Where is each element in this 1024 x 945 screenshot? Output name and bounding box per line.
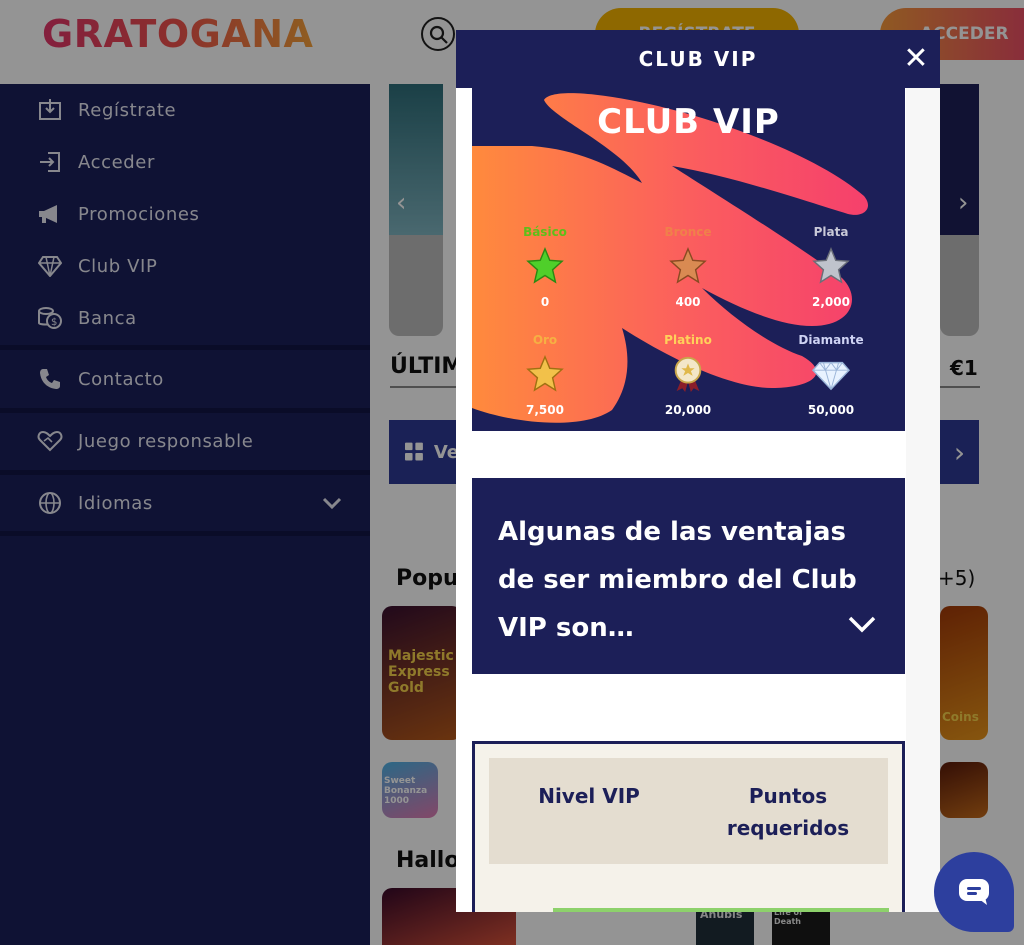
modal-title: CLUB VIP	[638, 47, 758, 71]
level-points: 2,000	[812, 295, 850, 309]
table-header: Nivel VIP Puntos requeridos	[489, 758, 888, 864]
advantages-accordion[interactable]: Algunas de las ventajas de ser miembro d…	[472, 478, 905, 674]
diamond-gem-icon	[811, 361, 851, 391]
level-name: Plata	[813, 225, 849, 239]
level-name: Diamante	[798, 333, 864, 347]
vip-club-modal: CLUB VIP ✕ CLUB VIP Básico 0 Bronce 400 …	[456, 30, 940, 912]
level-points: 50,000	[807, 403, 855, 417]
bronze-star-icon	[669, 247, 707, 284]
column-header: Nivel VIP	[538, 784, 640, 808]
silver-star-icon	[812, 247, 850, 284]
vip-levels-card: CLUB VIP Básico 0 Bronce 400 Plata 2,000…	[472, 88, 905, 431]
level-points: 400	[675, 295, 701, 309]
modal-header: CLUB VIP	[456, 30, 940, 88]
level-points: 7,500	[526, 403, 564, 417]
vip-level-diamond: Diamante 50,000	[776, 333, 886, 417]
advantages-heading: Algunas de las ventajas de ser miembro d…	[498, 517, 857, 643]
platinum-medal-icon	[674, 356, 702, 393]
gold-star-icon	[526, 355, 564, 392]
green-star-icon	[526, 247, 564, 284]
chat-button[interactable]	[934, 852, 1014, 932]
vip-level-silver: Plata 2,000	[776, 225, 886, 309]
close-icon: ✕	[903, 40, 929, 76]
scrollbar[interactable]	[906, 88, 940, 912]
vip-level-gold: Oro 7,500	[490, 333, 600, 417]
level-points: 20,000	[664, 403, 712, 417]
column-header: Puntos requeridos	[726, 784, 850, 840]
chat-icon	[959, 879, 989, 905]
level-name: Básico	[523, 225, 567, 239]
close-button[interactable]: ✕	[900, 40, 932, 76]
vip-card-title: CLUB VIP	[597, 102, 780, 142]
vip-level-platinum: Platino 20,000	[633, 333, 743, 417]
vip-level-bronze: Bronce 400	[633, 225, 743, 309]
vip-levels-table: Nivel VIP Puntos requeridos	[472, 741, 905, 912]
level-name: Bronce	[664, 225, 712, 239]
vip-level-basic: Básico 0	[490, 225, 600, 309]
chevron-down-icon	[848, 616, 876, 633]
table-row	[553, 908, 889, 912]
level-points: 0	[540, 295, 550, 309]
level-name: Platino	[664, 333, 712, 347]
level-name: Oro	[532, 333, 558, 347]
